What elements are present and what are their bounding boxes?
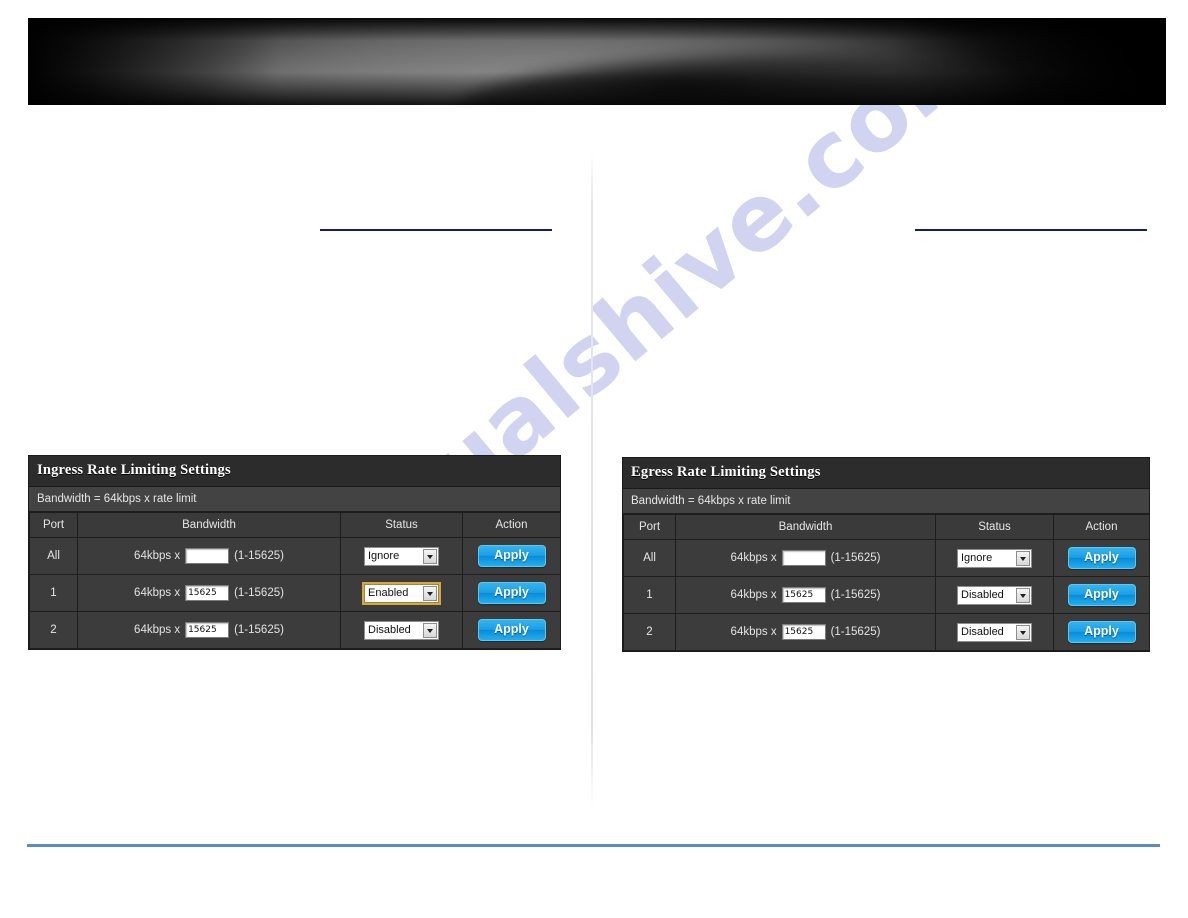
product-banner-image xyxy=(28,18,1166,105)
ingress-row0-port: All xyxy=(29,537,78,575)
ingress-row0-apply-button[interactable]: Apply xyxy=(477,545,546,567)
egress-row1-status-select[interactable]: Disabled xyxy=(957,585,1032,605)
ingress-row0-bandwidth-range: (1-15625) xyxy=(234,550,284,562)
egress-row0-apply-button[interactable]: Apply xyxy=(1067,547,1136,569)
egress-row2-bandwidth-input[interactable] xyxy=(781,624,826,640)
egress-row0-status-value: Ignore xyxy=(961,551,993,564)
egress-row1-action-cell: Apply xyxy=(1053,576,1150,614)
ingress-row0-status-select[interactable]: Ignore xyxy=(364,546,439,566)
egress-row1-bandwidth-range: (1-15625) xyxy=(830,589,881,601)
ingress-rate-limiting-panel: Ingress Rate Limiting Settings Bandwidth… xyxy=(28,455,561,650)
ingress-col-action: Action xyxy=(462,512,561,538)
ingress-row0-status-value: Ignore xyxy=(368,549,400,562)
egress-col-port: Port xyxy=(623,514,676,540)
egress-row1-bandwidth-prefix: 64kbps x xyxy=(730,589,777,601)
banner-vignette xyxy=(28,18,1166,105)
ingress-col-port: Port xyxy=(29,512,78,538)
chevron-down-icon[interactable] xyxy=(1016,587,1030,603)
chevron-down-icon[interactable] xyxy=(1016,550,1030,566)
section-rule-right xyxy=(915,229,1147,231)
ingress-row2-bandwidth-cell: 64kbps x (1-15625) xyxy=(77,611,341,649)
chevron-down-icon[interactable] xyxy=(423,622,437,638)
ingress-row2-port: 2 xyxy=(29,611,78,649)
ingress-row1-bandwidth-input[interactable] xyxy=(185,585,230,601)
ingress-panel-title: Ingress Rate Limiting Settings xyxy=(29,456,560,487)
ingress-row2-bandwidth-input[interactable] xyxy=(185,622,230,638)
table-row: All 64kbps x (1-15625) Ignore Apply xyxy=(623,539,1150,577)
egress-row0-status-select[interactable]: Ignore xyxy=(957,548,1032,568)
egress-col-bandwidth: Bandwidth xyxy=(675,514,936,540)
egress-row0-port: All xyxy=(623,539,676,577)
egress-row0-bandwidth-cell: 64kbps x (1-15625) xyxy=(675,539,936,577)
egress-row1-port: 1 xyxy=(623,576,676,614)
ingress-row0-bandwidth-prefix: 64kbps x xyxy=(134,550,181,562)
chevron-down-icon[interactable] xyxy=(1016,624,1030,640)
egress-row1-bandwidth-input[interactable] xyxy=(781,587,826,603)
ingress-row2-action-cell: Apply xyxy=(462,611,561,649)
egress-row2-action-cell: Apply xyxy=(1053,613,1150,651)
egress-panel-title: Egress Rate Limiting Settings xyxy=(623,458,1149,489)
ingress-row1-bandwidth-range: (1-15625) xyxy=(234,587,284,599)
egress-row2-status-value: Disabled xyxy=(961,625,1004,638)
ingress-row0-bandwidth-input[interactable] xyxy=(185,548,230,564)
table-row: 1 64kbps x (1-15625) Enabled xyxy=(29,574,561,612)
section-rule-left xyxy=(320,229,552,231)
table-row: 2 64kbps x (1-15625) Disabled xyxy=(623,613,1150,651)
ingress-row1-action-cell: Apply xyxy=(462,574,561,612)
egress-table-header-row: Port Bandwidth Status Action xyxy=(623,514,1150,540)
ingress-table: Port Bandwidth Status Action All 64kbps … xyxy=(29,512,561,649)
egress-row2-bandwidth-cell: 64kbps x (1-15625) xyxy=(675,613,936,651)
ingress-row0-action-cell: Apply xyxy=(462,537,561,575)
ingress-row0-bandwidth-cell: 64kbps x (1-15625) xyxy=(77,537,341,575)
ingress-row1-status-value: Enabled xyxy=(368,586,409,599)
egress-row1-apply-button[interactable]: Apply xyxy=(1067,584,1136,606)
egress-row0-bandwidth-prefix: 64kbps x xyxy=(730,552,777,564)
ingress-row1-apply-button[interactable]: Apply xyxy=(477,582,546,604)
document-page: manualshive.com Ingress Rate Limiting Se… xyxy=(0,0,1188,918)
ingress-panel-subtitle: Bandwidth = 64kbps x rate limit xyxy=(29,487,560,512)
ingress-row1-status-cell: Enabled xyxy=(340,574,463,612)
ingress-row1-bandwidth-prefix: 64kbps x xyxy=(134,587,181,599)
egress-row1-status-cell: Disabled xyxy=(935,576,1054,614)
ingress-table-header-row: Port Bandwidth Status Action xyxy=(29,512,561,538)
egress-col-status: Status xyxy=(935,514,1054,540)
egress-panel-subtitle: Bandwidth = 64kbps x rate limit xyxy=(623,489,1149,514)
egress-row1-status-value: Disabled xyxy=(961,588,1004,601)
ingress-row2-status-cell: Disabled xyxy=(340,611,463,649)
egress-row2-status-select[interactable]: Disabled xyxy=(957,622,1032,642)
ingress-row0-status-cell: Ignore xyxy=(340,537,463,575)
column-divider xyxy=(591,150,593,810)
ingress-row2-status-select[interactable]: Disabled xyxy=(364,620,439,640)
egress-row2-port: 2 xyxy=(623,613,676,651)
table-row: 1 64kbps x (1-15625) Disabled xyxy=(623,576,1150,614)
ingress-row1-status-select[interactable]: Enabled xyxy=(362,581,441,605)
ingress-row1-bandwidth-cell: 64kbps x (1-15625) xyxy=(77,574,341,612)
chevron-down-icon[interactable] xyxy=(423,548,437,564)
ingress-row2-apply-button[interactable]: Apply xyxy=(477,619,546,641)
chevron-down-icon[interactable] xyxy=(423,585,437,601)
table-row: All 64kbps x (1-15625) Ignore Apply xyxy=(29,537,561,575)
egress-rate-limiting-panel: Egress Rate Limiting Settings Bandwidth … xyxy=(622,457,1150,652)
ingress-row2-bandwidth-prefix: 64kbps x xyxy=(134,624,181,636)
ingress-col-bandwidth: Bandwidth xyxy=(77,512,341,538)
egress-row0-bandwidth-range: (1-15625) xyxy=(830,552,881,564)
egress-row2-apply-button[interactable]: Apply xyxy=(1067,621,1136,643)
egress-row1-bandwidth-cell: 64kbps x (1-15625) xyxy=(675,576,936,614)
footer-rule xyxy=(27,844,1160,847)
egress-row0-action-cell: Apply xyxy=(1053,539,1150,577)
egress-row0-status-cell: Ignore xyxy=(935,539,1054,577)
egress-row2-bandwidth-range: (1-15625) xyxy=(830,626,881,638)
ingress-row1-port: 1 xyxy=(29,574,78,612)
egress-col-action: Action xyxy=(1053,514,1150,540)
egress-row2-bandwidth-prefix: 64kbps x xyxy=(730,626,777,638)
ingress-col-status: Status xyxy=(340,512,463,538)
egress-row2-status-cell: Disabled xyxy=(935,613,1054,651)
table-row: 2 64kbps x (1-15625) Disabled xyxy=(29,611,561,649)
ingress-row2-bandwidth-range: (1-15625) xyxy=(234,624,284,636)
egress-row0-bandwidth-input[interactable] xyxy=(781,550,826,566)
ingress-row2-status-value: Disabled xyxy=(368,623,411,636)
egress-table: Port Bandwidth Status Action All 64kbps … xyxy=(623,514,1150,651)
